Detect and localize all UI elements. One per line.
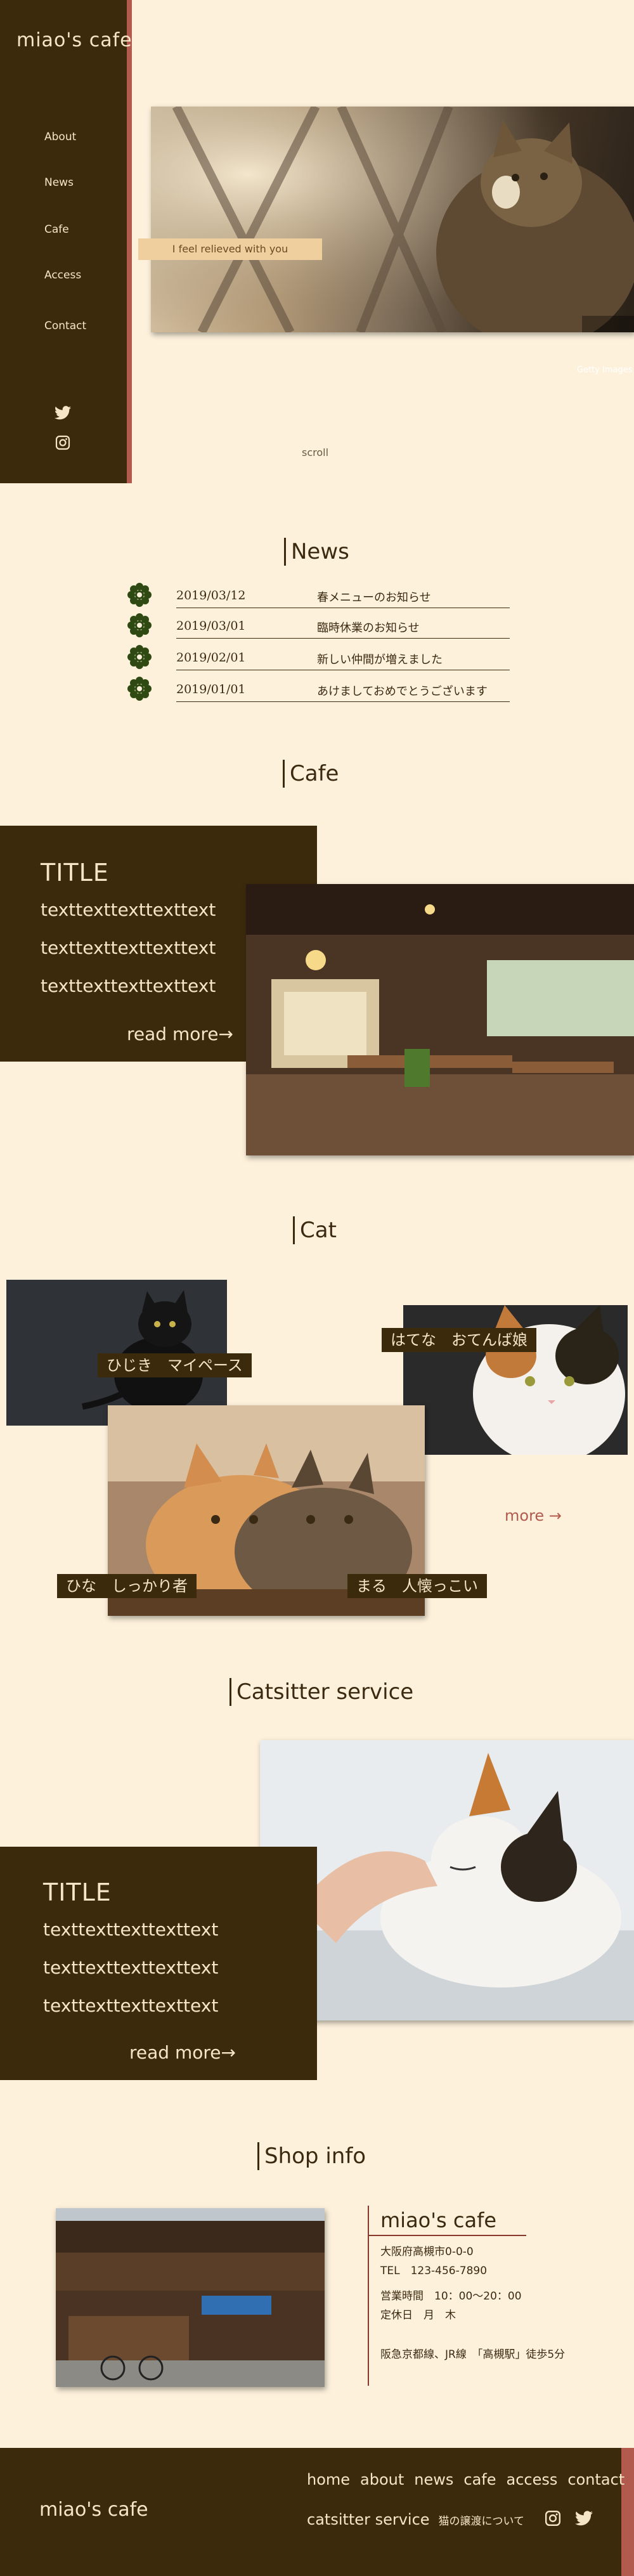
catsitter-text-line: texttexttexttexttext bbox=[43, 1957, 219, 1978]
instagram-icon[interactable] bbox=[55, 435, 70, 450]
cat-photo-hijiki[interactable] bbox=[6, 1280, 227, 1426]
scroll-indicator[interactable]: scroll bbox=[302, 446, 328, 459]
cafe-read-more-link[interactable]: read more→ bbox=[127, 1024, 233, 1044]
cafe-box-title: TITLE bbox=[41, 859, 109, 887]
cafe-interior-photo bbox=[246, 884, 634, 1155]
footer-link-contact[interactable]: contact bbox=[567, 2471, 624, 2488]
news-item[interactable]: 2019/03/01 臨時休業のお知らせ bbox=[127, 609, 510, 639]
news-date: 2019/03/01 bbox=[176, 619, 246, 633]
twitter-icon[interactable] bbox=[575, 2511, 593, 2528]
shop-name: miao's cafe bbox=[380, 2208, 497, 2232]
cat-label: ひな しっかり者 bbox=[57, 1574, 197, 1598]
flower-icon bbox=[127, 677, 152, 701]
shop-access: 阪急京都線、JR線 「高槻駅」徒歩5分 bbox=[380, 2348, 566, 2361]
shop-name-underline bbox=[368, 2235, 526, 2236]
news-text[interactable]: 春メニューのお知らせ bbox=[317, 589, 431, 605]
shop-exterior-photo bbox=[56, 2208, 325, 2387]
instagram-icon[interactable] bbox=[545, 2510, 561, 2529]
news-underline bbox=[176, 638, 510, 639]
footer-secondary-nav: catsitter service 猫の譲渡について bbox=[307, 2510, 593, 2529]
news-section-title: News bbox=[284, 538, 349, 566]
hero-tagline: I feel relieved with you bbox=[138, 238, 322, 260]
cat-label: ひじき マイペース bbox=[98, 1353, 252, 1377]
cat-section-title: Cat bbox=[293, 1216, 337, 1244]
nav-about[interactable]: About bbox=[44, 131, 76, 143]
footer-link-cafe[interactable]: cafe bbox=[463, 2471, 496, 2488]
news-text[interactable]: 新しい仲間が増えました bbox=[317, 651, 443, 667]
footer-logo[interactable]: miao's cafe bbox=[39, 2499, 148, 2521]
nav-news[interactable]: News bbox=[44, 176, 74, 189]
news-item[interactable]: 2019/03/12 春メニューのお知らせ bbox=[127, 578, 510, 609]
site-logo[interactable]: miao's cafe bbox=[16, 29, 133, 51]
catsitter-box-title: TITLE bbox=[43, 1878, 112, 1906]
footer-accent-stripe bbox=[621, 2448, 634, 2576]
news-item[interactable]: 2019/01/01 あけましておめでとうございます bbox=[127, 672, 510, 703]
nav-access[interactable]: Access bbox=[44, 269, 81, 282]
hero-cat-photo bbox=[151, 107, 634, 332]
footer-link-home[interactable]: home bbox=[307, 2471, 350, 2488]
shop-info-divider bbox=[368, 2206, 369, 2386]
cafe-text-line: texttexttexttexttext bbox=[41, 937, 216, 958]
cafe-text-line: texttexttexttexttext bbox=[41, 975, 216, 996]
news-text[interactable]: 臨時休業のお知らせ bbox=[317, 619, 420, 635]
flower-icon bbox=[127, 613, 152, 637]
catsitter-text-line: texttexttexttexttext bbox=[43, 1919, 219, 1940]
cat-label: まる 人懐っこい bbox=[347, 1574, 487, 1598]
twitter-icon[interactable] bbox=[55, 406, 71, 420]
cafe-text-line: texttexttexttexttext bbox=[41, 899, 216, 920]
shop-closed-days: 定休日 月 木 bbox=[380, 2309, 456, 2322]
news-date: 2019/02/01 bbox=[176, 651, 246, 665]
shop-hours: 営業時間 10：00〜20：00 bbox=[380, 2290, 522, 2303]
cafe-section-title: Cafe bbox=[283, 760, 339, 788]
news-underline bbox=[176, 701, 510, 702]
shop-section-title: Shop info bbox=[257, 2142, 366, 2170]
catsitter-text-line: texttexttexttexttext bbox=[43, 1995, 219, 2016]
photo-credit: Getty Images bbox=[577, 365, 633, 375]
footer-nav: home about news cafe access contact bbox=[307, 2471, 624, 2488]
shop-address: 大阪府高槻市0-0-0 bbox=[380, 2246, 474, 2258]
shop-tel: TEL 123-456-7890 bbox=[380, 2265, 488, 2277]
footer-link-catsitter[interactable]: catsitter service bbox=[307, 2511, 430, 2528]
nav-contact[interactable]: Contact bbox=[44, 320, 86, 332]
news-date: 2019/03/12 bbox=[176, 589, 246, 602]
news-text[interactable]: あけましておめでとうございます bbox=[317, 682, 488, 699]
footer-link-news[interactable]: news bbox=[414, 2471, 453, 2488]
flower-icon bbox=[127, 645, 152, 669]
footer-link-access[interactable]: access bbox=[507, 2471, 558, 2488]
cat-more-link[interactable]: more → bbox=[505, 1507, 562, 1525]
footer-link-adoption[interactable]: 猫の譲渡について bbox=[439, 2512, 525, 2528]
catsitter-read-more-link[interactable]: read more→ bbox=[129, 2042, 236, 2063]
news-item[interactable]: 2019/02/01 新しい仲間が増えました bbox=[127, 641, 510, 671]
sidebar-accent-stripe bbox=[127, 0, 132, 483]
news-date: 2019/01/01 bbox=[176, 682, 246, 696]
catsitter-section-title: Catsitter service bbox=[230, 1678, 413, 1706]
footer-link-about[interactable]: about bbox=[360, 2471, 404, 2488]
cat-label: はてな おてんば娘 bbox=[382, 1328, 536, 1352]
nav-cafe[interactable]: Cafe bbox=[44, 223, 69, 236]
flower-icon bbox=[127, 583, 152, 607]
